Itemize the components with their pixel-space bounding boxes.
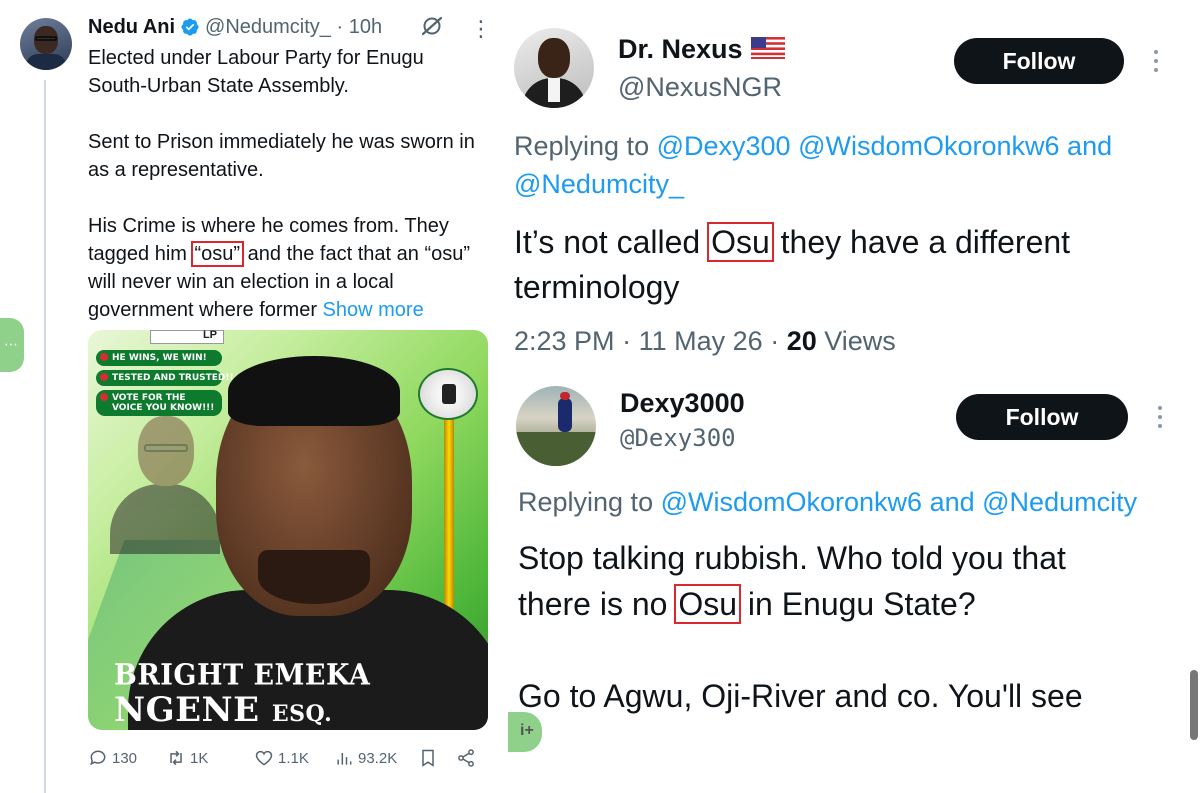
like-count: 1.1K [278,749,309,767]
mention-link[interactable]: @Nedumcity_ [514,169,684,199]
poster-name-line2: NGENE ESQ. [114,690,333,730]
slogan-1: HE WINS, WE WIN! [96,350,222,366]
avatar-dr-nexus[interactable] [514,28,594,108]
author-name[interactable]: Nedu Ani [88,16,175,39]
reply2-text-line3: Go to Agwu, Oji-River and co. You'll see [518,678,1083,714]
poster-background-figure [110,416,220,554]
reply2-replying-to: Replying to @WisdomOkoronkw6 and @Nedumc… [518,487,1138,517]
mention-link[interactable]: @WisdomOkoronkw6 [661,487,922,517]
highlight-osu: Osu [707,222,774,262]
mention-link[interactable]: @Dexy300 @WisdomOkoronkw6 [657,131,1060,161]
reply1-date[interactable]: 11 May 26 [639,326,763,356]
views-button[interactable]: 93.2K [334,746,397,770]
panel-divider [500,0,508,793]
party-logo: LP [150,330,224,344]
poster-candidate-beard [258,550,370,604]
post-header: Nedu Ani @Nedumcity_ · 10h [88,14,382,40]
post-time[interactable]: 10h [349,16,382,39]
slogan-3: VOTE FOR THE VOICE YOU KNOW!!! [96,390,222,416]
reply2-text-line2: there is no Osu in Enugu State? [518,584,976,624]
post-text: Elected under Labour Party for Enugu Sou… [88,44,488,324]
reply1-timestamp-views: 2:23 PM · 11 May 26 · 20 Views [514,326,896,356]
right-screenshot-panel: Dr. Nexus @NexusNGR Follow Replying to @… [508,0,1200,793]
coat-of-arms-icon [418,368,478,420]
reply1-replying-to-line2: @Nedumcity_ [514,166,684,202]
avatar-nedu-ani[interactable] [20,18,72,70]
floating-tab[interactable]: i+ [508,712,542,752]
verified-badge-icon [180,17,200,37]
reply1-replying-to: Replying to @Dexy300 @WisdomOkoronkw6 an… [514,131,1113,161]
repost-button[interactable]: 1K [166,746,208,770]
post-paragraph-1: Elected under Labour Party for Enugu Sou… [88,47,424,97]
poster-name-line1: BRIGHT EMEKA [114,658,371,693]
reply1-text-line2: terminology [514,269,680,305]
scrollbar-thumb[interactable] [1190,670,1198,740]
us-flag-icon [750,35,785,66]
highlight-osu: Osu [674,584,741,624]
avatar-shirt [26,54,66,70]
mention-link[interactable]: @Nedumcity [982,487,1137,517]
share-icon [458,749,474,767]
views-count: 93.2K [358,749,398,767]
reply-count: 130 [112,749,138,767]
poster-slogans: HE WINS, WE WIN! TESTED AND TRUSTED!! VO… [96,350,234,420]
reply1-handle[interactable]: @NexusNGR [618,72,782,103]
bookmark-button[interactable] [418,746,438,770]
heart-icon [255,750,273,766]
post-paragraph-2: Sent to Prison immediately he was sworn … [88,131,475,181]
highlight-osu: “osu” [190,241,245,267]
reply1-text-line1: It’s not called Osu they have a differen… [514,222,1071,262]
avatar-glasses [35,36,57,41]
follow-button-dr-nexus[interactable]: Follow [954,38,1124,84]
campaign-poster-image[interactable]: LP HE WINS, WE WIN! TESTED AND TRUSTED!!… [88,330,488,730]
reply2-author-name[interactable]: Dexy3000 [620,388,745,419]
repost-icon [170,750,182,766]
reply-icon [90,750,106,766]
reply-button[interactable]: 130 [88,746,137,770]
post-paragraph-3: His Crime is where he comes from. They t… [88,215,471,321]
thread-line [44,80,46,793]
reply1-time[interactable]: 2:23 PM [514,326,615,356]
grok-icon[interactable] [420,14,444,38]
slogan-2: TESTED AND TRUSTED!! [96,370,234,386]
side-floating-tab[interactable]: ⋯ [0,318,24,372]
like-button[interactable]: 1.1K [254,746,309,770]
left-screenshot-panel: Nedu Ani @Nedumcity_ · 10h ⋮ Elected und… [0,0,500,793]
repost-count: 1K [190,749,209,767]
reply1-author-name[interactable]: Dr. Nexus [618,34,785,66]
more-options-icon[interactable]: ⋮ [470,16,493,42]
reply2-handle[interactable]: @Dexy300 [620,424,736,452]
post-actions: 130 1K 1.1K 93.2K [88,746,488,770]
meta-separator: · [336,15,344,38]
follow-button-dexy3000[interactable]: Follow [956,394,1128,440]
poster-candidate-hair [228,356,400,426]
reply2-text-line1: Stop talking rubbish. Who told you that [518,540,1066,576]
bookmark-icon [422,749,434,767]
views-bar-chart-icon [337,753,352,765]
more-options-icon[interactable] [1152,50,1160,72]
avatar-dexy3000[interactable] [516,386,596,466]
reply1-views-count: 20 [786,326,817,356]
author-handle[interactable]: @Nedumcity_ [205,16,331,39]
show-more-link[interactable]: Show more [323,299,424,321]
share-button[interactable] [456,746,476,770]
more-options-icon[interactable] [1156,406,1164,428]
